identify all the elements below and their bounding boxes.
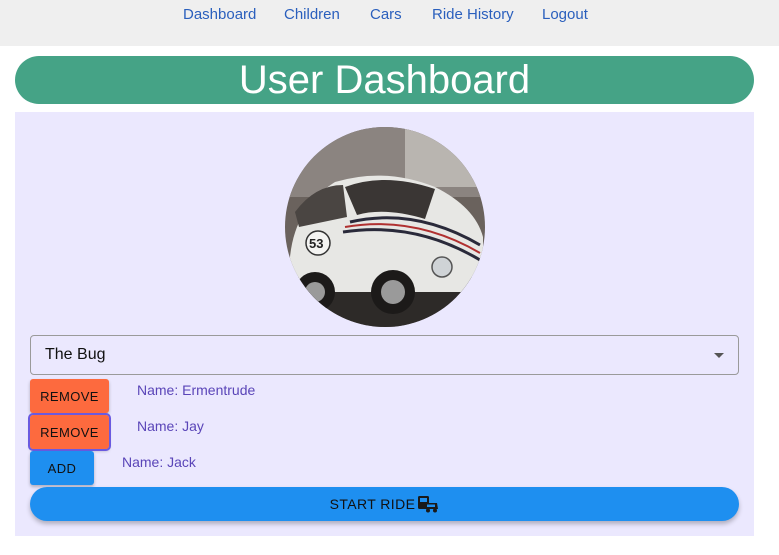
child-name: Name: Ermentrude [137, 382, 256, 398]
page-header: User Dashboard [15, 56, 754, 104]
top-navbar: Dashboard Children Cars Ride History Log… [0, 0, 779, 46]
svg-text:53: 53 [309, 236, 323, 251]
remove-child-button[interactable]: REMOVE [28, 413, 111, 451]
car-photo: 53 [285, 127, 485, 327]
car-image: 53 [285, 127, 485, 327]
add-child-button[interactable]: ADD [30, 451, 94, 485]
start-ride-button[interactable]: START RIDE [30, 487, 739, 521]
child-name: Name: Jack [122, 454, 196, 470]
nav-link-cars[interactable]: Cars [370, 6, 402, 23]
nav-link-children[interactable]: Children [284, 6, 340, 23]
car-ride-icon [418, 496, 439, 513]
car-select-value: The Bug [45, 346, 106, 363]
car-select[interactable]: The Bug [30, 335, 739, 375]
nav-link-ride-history[interactable]: Ride History [432, 6, 514, 23]
page-title: User Dashboard [238, 58, 531, 102]
start-ride-label: START RIDE [329, 496, 416, 512]
nav-link-logout[interactable]: Logout [542, 6, 588, 23]
chevron-down-icon [714, 353, 724, 358]
nav-link-dashboard[interactable]: Dashboard [183, 6, 256, 23]
remove-child-button[interactable]: REMOVE [30, 379, 109, 413]
child-name: Name: Jay [137, 418, 204, 434]
